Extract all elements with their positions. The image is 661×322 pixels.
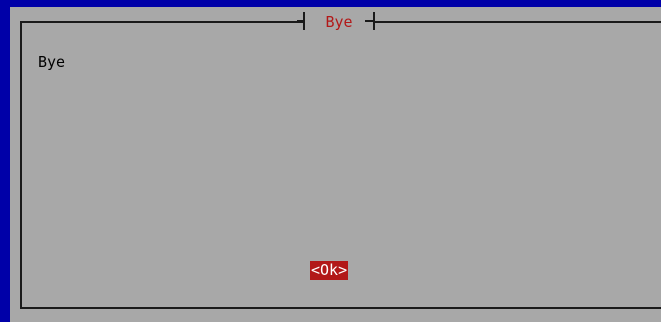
title-right-bracket — [365, 12, 375, 30]
dialog-title: Bye — [325, 13, 353, 31]
dialog-frame-left — [20, 21, 22, 309]
dialog-frame-bottom — [20, 307, 661, 309]
dialog-box: Bye Bye <Ok> — [10, 7, 661, 322]
dialog-message: Bye — [38, 53, 66, 71]
dialog-title-area: Bye — [297, 11, 375, 33]
ok-button[interactable]: <Ok> — [310, 261, 349, 280]
